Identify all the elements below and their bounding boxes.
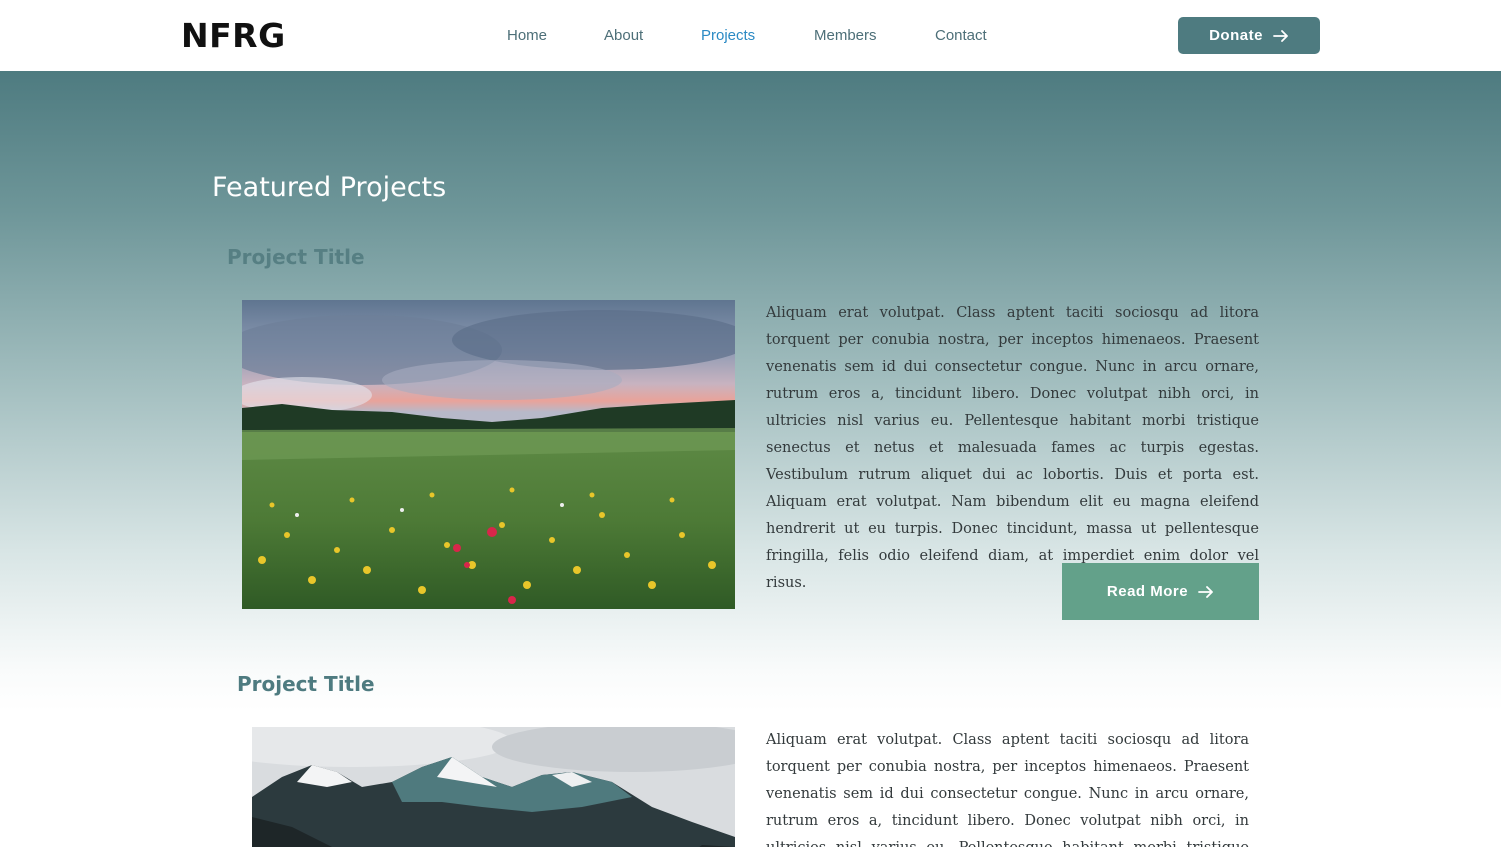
snowy-mountains-photo [252,727,735,847]
nav-link-about[interactable]: About [604,27,643,44]
project-title: Project Title [237,672,375,696]
nav-link-home[interactable]: Home [507,27,547,44]
wildflower-meadow-photo [242,300,735,609]
top-navbar: NFRG Home About Projects Members Contact… [0,0,1501,71]
project-description: Aliquam erat volutpat. Class aptent taci… [766,305,1259,591]
arrow-right-icon [1273,29,1289,42]
nav-link-members[interactable]: Members [814,27,877,44]
project-title: Project Title [227,245,365,269]
read-more-button[interactable]: Read More [1062,563,1259,620]
section-title: Featured Projects [212,172,447,203]
site-logo[interactable]: NFRG [181,16,286,55]
nav-link-projects[interactable]: Projects [701,27,755,44]
donate-button-label: Donate [1209,27,1263,44]
nav-link-contact[interactable]: Contact [935,27,987,44]
project-description: Aliquam erat volutpat. Class aptent taci… [766,732,1249,847]
donate-button[interactable]: Donate [1178,17,1320,54]
read-more-label: Read More [1106,583,1189,600]
arrow-right-icon [1198,585,1214,598]
